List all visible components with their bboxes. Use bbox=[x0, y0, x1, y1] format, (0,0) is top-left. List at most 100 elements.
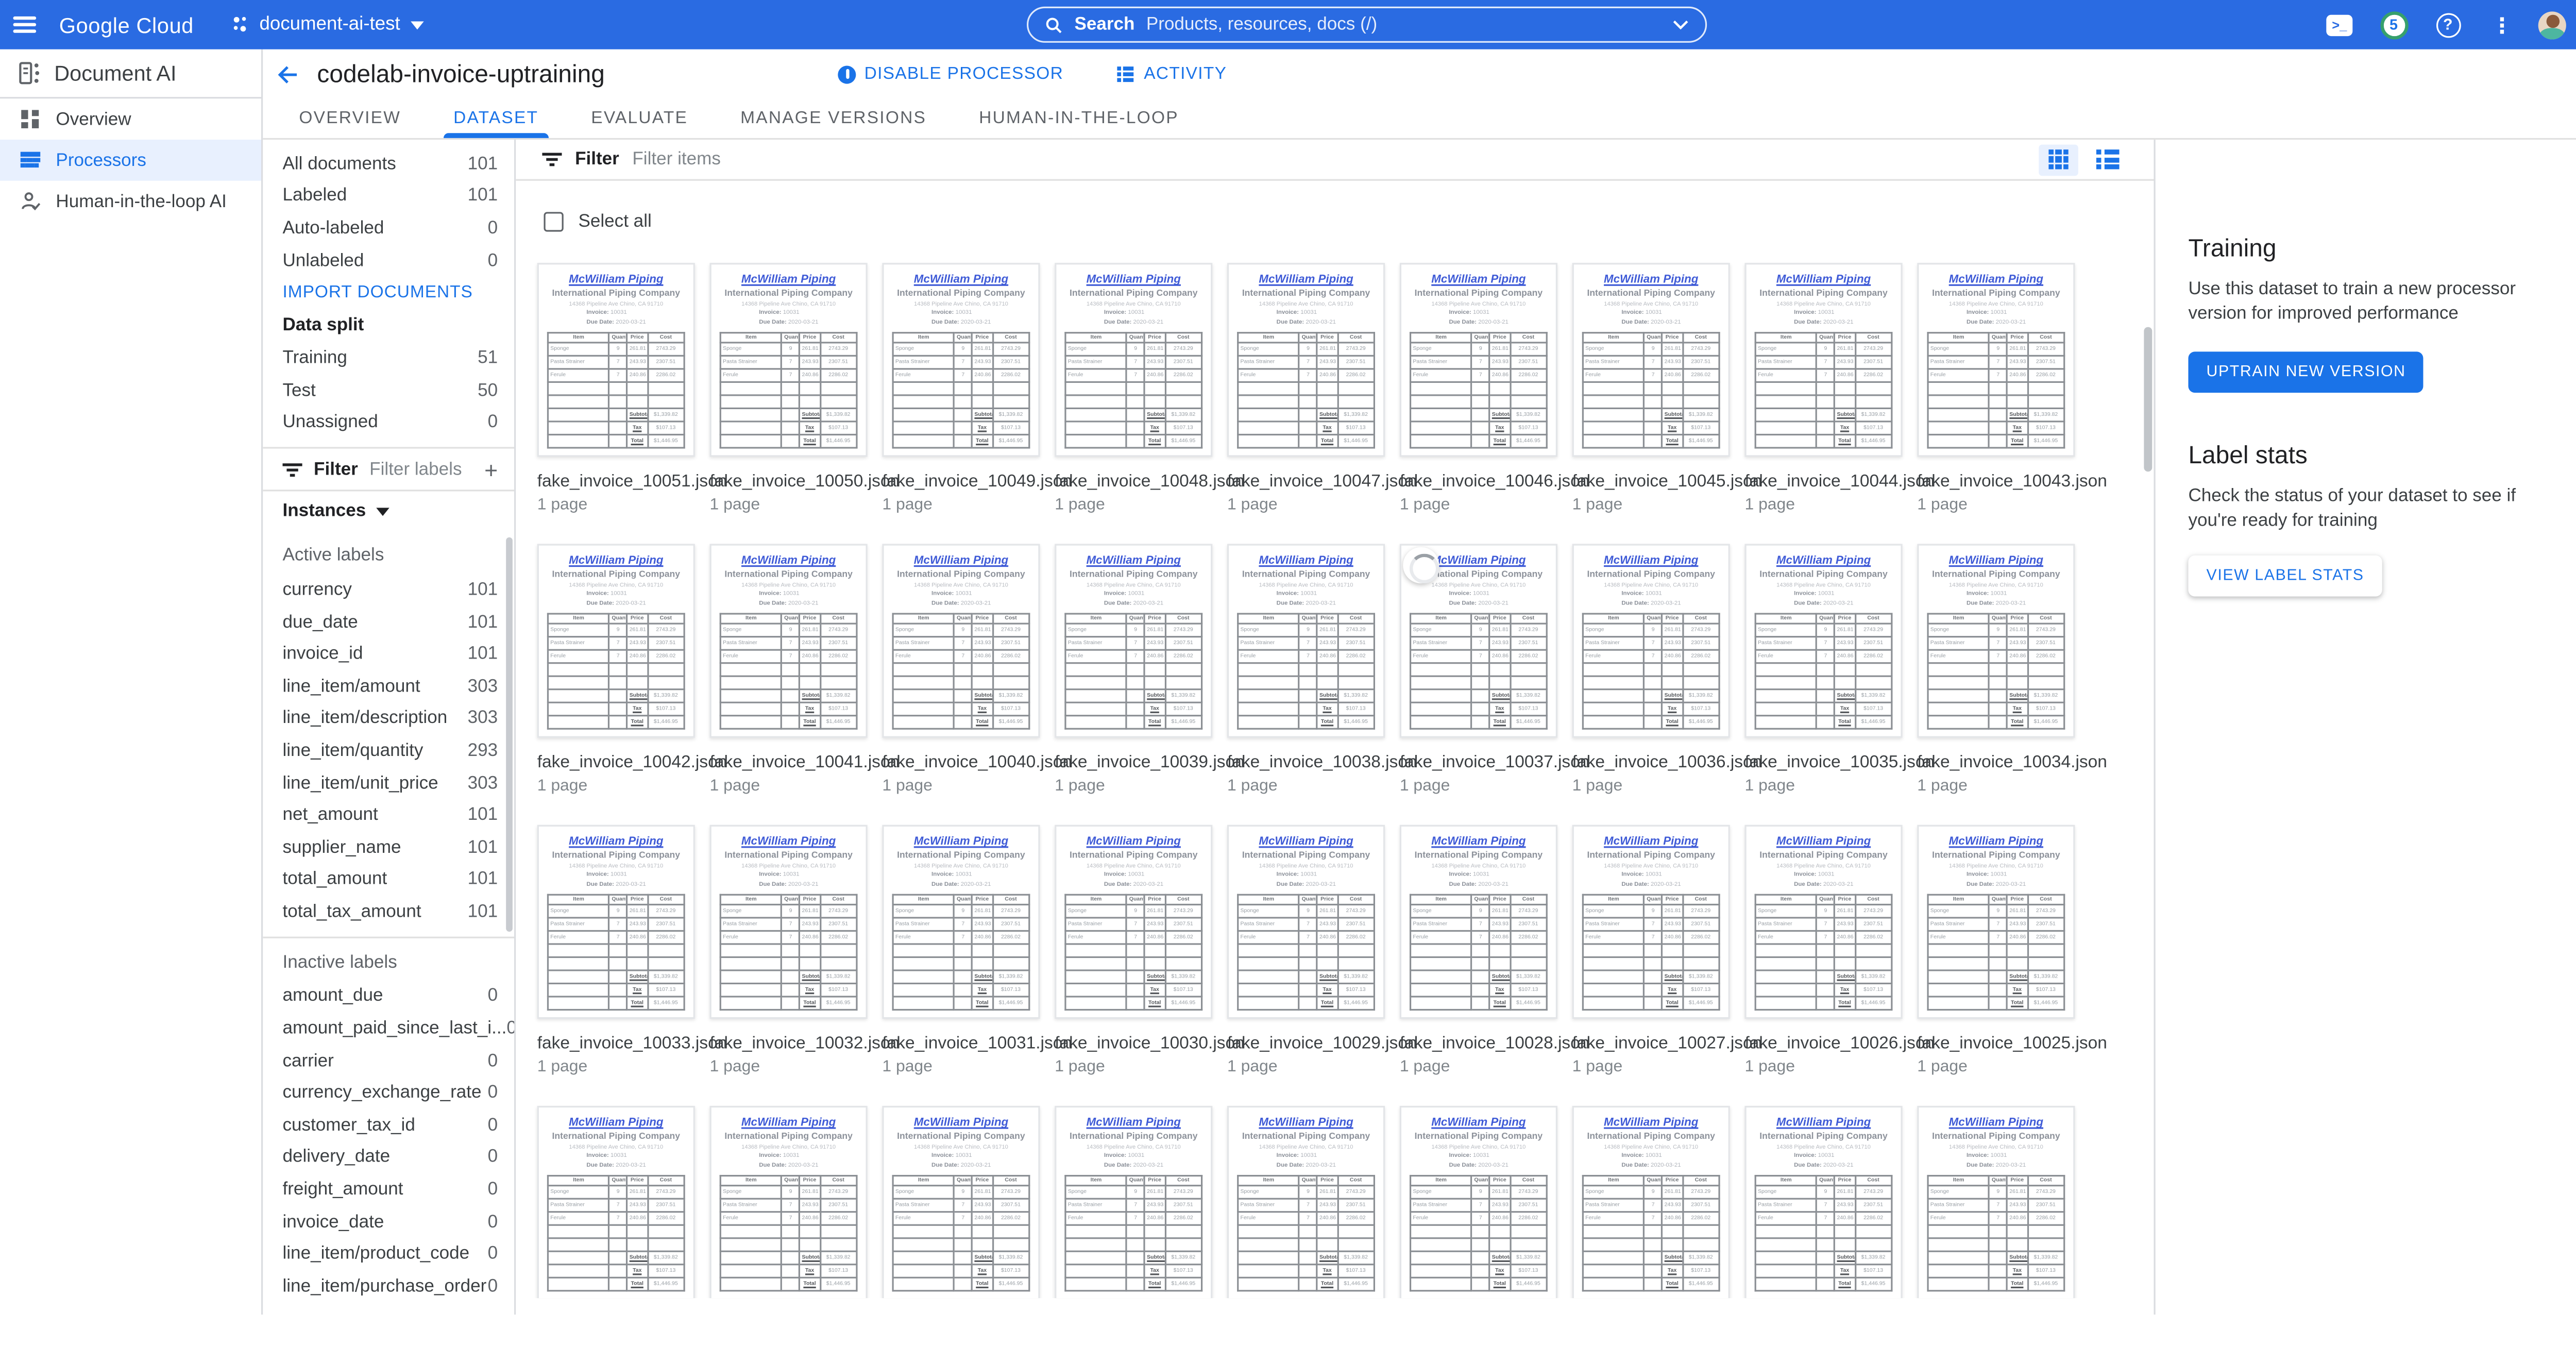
label-row[interactable]: due_date 101 bbox=[263, 606, 514, 638]
document-thumbnail[interactable]: McWilliam Piping International Piping Co… bbox=[1917, 544, 2075, 737]
document-card[interactable]: McWilliam Piping International Piping Co… bbox=[537, 544, 695, 795]
doc-filter-row[interactable]: All documents 101 bbox=[263, 148, 514, 180]
document-thumbnail[interactable]: McWilliam Piping International Piping Co… bbox=[882, 1106, 1040, 1298]
document-card[interactable]: McWilliam Piping International Piping Co… bbox=[882, 544, 1040, 795]
label-row[interactable]: line_item/amount 303 bbox=[263, 670, 514, 702]
doc-filter-row[interactable]: Labeled 101 bbox=[263, 180, 514, 212]
back-button[interactable] bbox=[263, 49, 312, 99]
document-card[interactable]: McWilliam Piping International Piping Co… bbox=[882, 1106, 1040, 1298]
label-row[interactable]: currency 101 bbox=[263, 574, 514, 605]
tab-overview[interactable]: OVERVIEW bbox=[273, 98, 427, 138]
document-filename[interactable]: fake_invoice_10041.json bbox=[710, 752, 868, 772]
document-card[interactable]: McWilliam Piping International Piping Co… bbox=[1400, 825, 1557, 1076]
document-card[interactable]: McWilliam Piping International Piping Co… bbox=[1917, 544, 2075, 795]
document-card[interactable]: McWilliam Piping International Piping Co… bbox=[1055, 544, 1212, 795]
label-row[interactable]: freight_amount 0 bbox=[263, 1174, 514, 1206]
document-thumbnail[interactable]: McWilliam Piping International Piping Co… bbox=[710, 544, 868, 737]
sidebar-item-overview[interactable]: Overview bbox=[0, 98, 261, 140]
document-filename[interactable]: fake_invoice_10027.json bbox=[1572, 1034, 1730, 1053]
document-filename[interactable]: fake_invoice_10031.json bbox=[882, 1034, 1040, 1053]
uptrain-new-version-button[interactable]: UPTRAIN NEW VERSION bbox=[2188, 351, 2424, 393]
menu-button[interactable] bbox=[0, 0, 49, 49]
document-card[interactable]: McWilliam Piping International Piping Co… bbox=[1917, 1106, 2075, 1298]
doc-filter-row[interactable]: Auto-labeled 0 bbox=[263, 212, 514, 244]
project-selector[interactable]: document-ai-test bbox=[230, 15, 423, 35]
document-card[interactable]: McWilliam Piping International Piping Co… bbox=[1572, 263, 1730, 514]
document-card[interactable]: McWilliam Piping International Piping Co… bbox=[710, 544, 868, 795]
grid-view-button[interactable] bbox=[2039, 144, 2078, 175]
label-row[interactable]: supplier_name 101 bbox=[263, 831, 514, 863]
label-row[interactable]: net_amount 101 bbox=[263, 799, 514, 831]
label-row[interactable]: customer_tax_id 0 bbox=[263, 1109, 514, 1141]
document-thumbnail[interactable]: McWilliam Piping International Piping Co… bbox=[1400, 825, 1557, 1019]
document-filename[interactable]: fake_invoice_10040.json bbox=[882, 752, 1040, 772]
document-filename[interactable]: fake_invoice_10038.json bbox=[1227, 752, 1385, 772]
document-thumbnail[interactable]: McWilliam Piping International Piping Co… bbox=[1917, 263, 2075, 457]
document-filename[interactable]: fake_invoice_10028.json bbox=[1400, 1034, 1557, 1053]
document-filename[interactable]: fake_invoice_10034.json bbox=[1917, 752, 2075, 772]
notifications-button[interactable]: 5 bbox=[2376, 7, 2412, 43]
items-filter-input[interactable]: Filter items bbox=[632, 149, 2025, 169]
document-thumbnail[interactable]: McWilliam Piping International Piping Co… bbox=[710, 825, 868, 1019]
document-filename[interactable]: fake_invoice_10037.json bbox=[1400, 752, 1557, 772]
document-thumbnail[interactable]: McWilliam Piping International Piping Co… bbox=[710, 263, 868, 457]
label-row[interactable]: line_item/unit_price 303 bbox=[263, 767, 514, 799]
document-card[interactable]: McWilliam Piping International Piping Co… bbox=[1744, 1106, 1902, 1298]
document-card[interactable]: McWilliam Piping International Piping Co… bbox=[882, 825, 1040, 1076]
document-filename[interactable]: fake_invoice_10043.json bbox=[1917, 472, 2075, 491]
document-card[interactable]: McWilliam Piping International Piping Co… bbox=[710, 1106, 868, 1298]
document-thumbnail[interactable]: McWilliam Piping International Piping Co… bbox=[537, 544, 695, 737]
document-thumbnail[interactable]: McWilliam Piping International Piping Co… bbox=[1572, 825, 1730, 1019]
document-thumbnail[interactable]: McWilliam Piping International Piping Co… bbox=[1227, 544, 1385, 737]
document-thumbnail[interactable]: McWilliam Piping International Piping Co… bbox=[537, 263, 695, 457]
label-row[interactable]: carrier 0 bbox=[263, 1045, 514, 1077]
document-filename[interactable]: fake_invoice_10051.json bbox=[537, 472, 695, 491]
document-thumbnail[interactable]: McWilliam Piping International Piping Co… bbox=[882, 544, 1040, 737]
document-card[interactable]: McWilliam Piping International Piping Co… bbox=[1744, 825, 1902, 1076]
user-avatar[interactable] bbox=[2538, 11, 2566, 39]
document-thumbnail[interactable]: McWilliam Piping International Piping Co… bbox=[1744, 544, 1902, 737]
document-filename[interactable]: fake_invoice_10030.json bbox=[1055, 1034, 1212, 1053]
document-card[interactable]: McWilliam Piping International Piping Co… bbox=[1055, 1106, 1212, 1298]
document-filename[interactable]: fake_invoice_10049.json bbox=[882, 472, 1040, 491]
document-card[interactable]: McWilliam Piping International Piping Co… bbox=[1055, 825, 1212, 1076]
document-thumbnail[interactable]: McWilliam Piping International Piping Co… bbox=[1400, 263, 1557, 457]
document-filename[interactable]: fake_invoice_10039.json bbox=[1055, 752, 1212, 772]
document-filename[interactable]: fake_invoice_10036.json bbox=[1572, 752, 1730, 772]
label-row[interactable]: currency_exchange_rate 0 bbox=[263, 1077, 514, 1109]
document-card[interactable]: McWilliam Piping International Piping Co… bbox=[537, 1106, 695, 1298]
document-filename[interactable]: fake_invoice_10045.json bbox=[1572, 472, 1730, 491]
document-filename[interactable]: fake_invoice_10048.json bbox=[1055, 472, 1212, 491]
label-row[interactable]: amount_due 0 bbox=[263, 981, 514, 1013]
select-all-checkbox[interactable] bbox=[544, 212, 563, 231]
document-card[interactable]: McWilliam Piping International Piping Co… bbox=[1400, 263, 1557, 514]
document-filename[interactable]: fake_invoice_10025.json bbox=[1917, 1034, 2075, 1053]
document-thumbnail[interactable]: McWilliam Piping International Piping Co… bbox=[710, 1106, 868, 1298]
label-row[interactable]: delivery_date 0 bbox=[263, 1141, 514, 1173]
cloud-shell-button[interactable]: >_ bbox=[2321, 7, 2358, 43]
document-card[interactable]: McWilliam Piping International Piping Co… bbox=[1917, 825, 2075, 1076]
document-thumbnail[interactable]: McWilliam Piping International Piping Co… bbox=[1744, 263, 1902, 457]
document-filename[interactable]: fake_invoice_10035.json bbox=[1744, 752, 1902, 772]
import-documents-button[interactable]: IMPORT DOCUMENTS bbox=[263, 277, 514, 310]
document-thumbnail[interactable]: McWilliam Piping International Piping Co… bbox=[1227, 263, 1385, 457]
document-thumbnail[interactable]: McWilliam Piping International Piping Co… bbox=[1572, 263, 1730, 457]
document-card[interactable]: McWilliam Piping International Piping Co… bbox=[1227, 825, 1385, 1076]
labels-scrollbar[interactable] bbox=[506, 537, 513, 932]
document-filename[interactable]: fake_invoice_10032.json bbox=[710, 1034, 868, 1053]
document-filename[interactable]: fake_invoice_10046.json bbox=[1400, 472, 1557, 491]
document-thumbnail[interactable]: McWilliam Piping International Piping Co… bbox=[882, 825, 1040, 1019]
document-card[interactable]: McWilliam Piping International Piping Co… bbox=[1227, 544, 1385, 795]
document-thumbnail[interactable]: McWilliam Piping International Piping Co… bbox=[1400, 1106, 1557, 1298]
document-card[interactable]: McWilliam Piping International Piping Co… bbox=[537, 825, 695, 1076]
view-label-stats-button[interactable]: VIEW LABEL STATS bbox=[2188, 556, 2382, 597]
document-thumbnail[interactable]: McWilliam Piping International Piping Co… bbox=[1055, 544, 1212, 737]
document-card[interactable]: McWilliam Piping International Piping Co… bbox=[537, 263, 695, 514]
document-card[interactable]: McWilliam Piping International Piping Co… bbox=[1572, 544, 1730, 795]
document-filename[interactable]: fake_invoice_10042.json bbox=[537, 752, 695, 772]
list-view-button[interactable] bbox=[2088, 144, 2128, 175]
document-thumbnail[interactable]: McWilliam Piping International Piping Co… bbox=[1917, 825, 2075, 1019]
document-card[interactable]: McWilliam Piping International Piping Co… bbox=[1055, 263, 1212, 514]
document-thumbnail[interactable]: McWilliam Piping International Piping Co… bbox=[1572, 544, 1730, 737]
document-thumbnail[interactable]: McWilliam Piping International Piping Co… bbox=[537, 825, 695, 1019]
